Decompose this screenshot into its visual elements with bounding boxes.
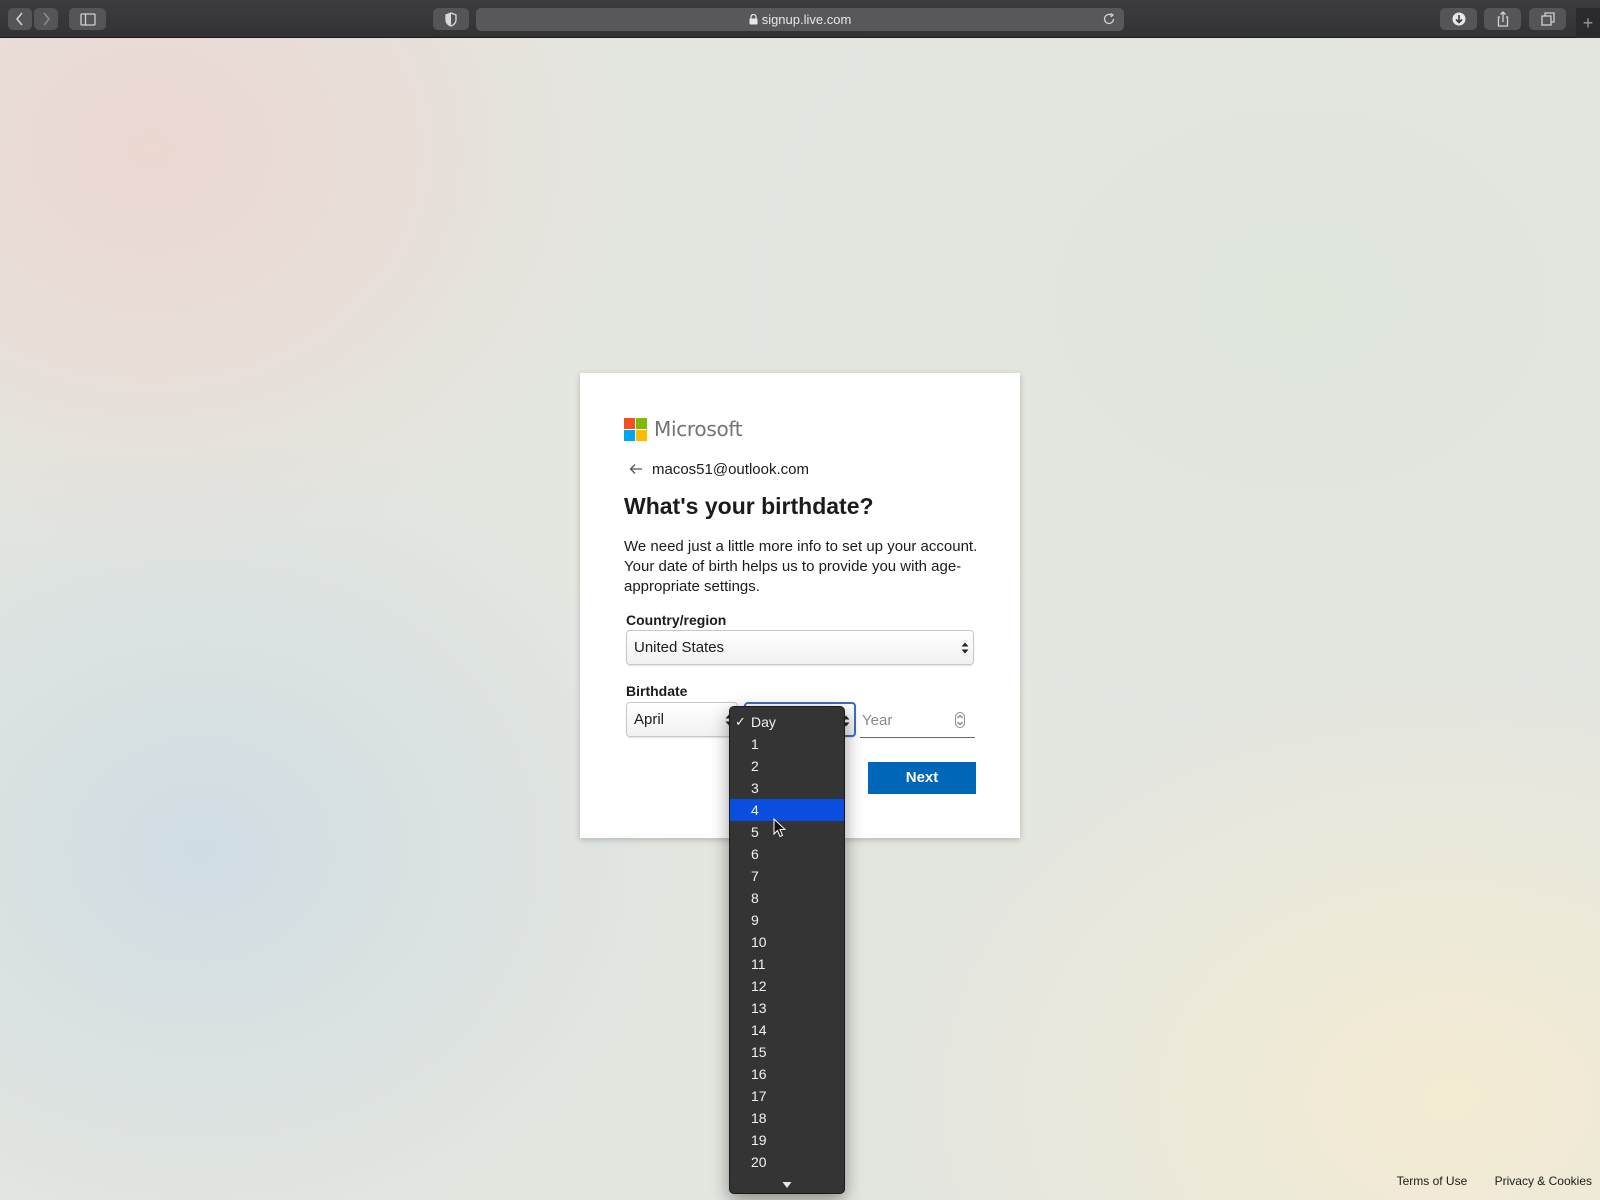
country-label: Country/region [626,612,727,628]
privacy-link[interactable]: Privacy & Cookies [1495,1174,1592,1188]
day-option-label: 12 [751,978,767,994]
day-option[interactable]: 8 [730,887,844,909]
identity-banner[interactable]: macos51@outlook.com [628,459,809,479]
day-option[interactable]: 9 [730,909,844,931]
country-value: United States [634,639,725,656]
month-select[interactable]: April [626,702,738,737]
new-tab-button[interactable]: + [1576,8,1600,38]
url-display: signup.live.com [476,8,1124,31]
day-option[interactable]: 3 [730,777,844,799]
forward-button[interactable] [34,8,58,30]
day-option[interactable]: 5 [730,821,844,843]
day-option[interactable]: 20 [730,1151,844,1173]
day-option-label: 14 [751,1022,767,1038]
day-option-label: 17 [751,1088,767,1104]
page-title: What's your birthdate? [624,493,874,519]
day-option-label: 18 [751,1110,767,1126]
month-value: April [634,711,665,728]
terms-link[interactable]: Terms of Use [1397,1174,1468,1188]
day-option-label: 3 [751,780,759,796]
browser-toolbar: signup.live.com + [0,0,1600,38]
stepper-icon[interactable] [955,712,965,728]
day-option-label: 15 [751,1044,767,1060]
day-option-label: 10 [751,934,767,950]
next-button[interactable]: Next [868,762,976,794]
url-text: signup.live.com [761,12,852,27]
day-option-label: 7 [751,868,759,884]
birthdate-label: Birthdate [626,683,688,699]
day-option[interactable]: 13 [730,997,844,1019]
microsoft-logo: Microsoft [624,417,743,441]
day-option-label: 9 [751,912,759,928]
share-icon [1497,11,1508,27]
logo-wordmark: Microsoft [654,417,743,441]
checkmark-icon: ✓ [735,714,746,729]
day-option[interactable]: 11 [730,953,844,975]
day-option[interactable]: 19 [730,1129,844,1151]
microsoft-logo-icon [624,417,647,441]
day-option[interactable]: 16 [730,1063,844,1085]
day-option-label: Day [751,714,776,730]
chevron-right-icon [43,12,51,26]
triangle-down-icon [782,1182,792,1188]
year-placeholder: Year [862,712,893,729]
day-option-label: 6 [751,846,759,862]
day-option[interactable]: 12 [730,975,844,997]
day-option-label: 11 [751,956,766,972]
day-option-label: 2 [751,758,759,774]
page-description: We need just a little more info to set u… [624,538,978,595]
day-option-highlighted[interactable]: 4 [730,799,844,821]
download-icon [1452,12,1465,26]
day-option[interactable]: 18 [730,1107,844,1129]
tab-overview-button[interactable] [1529,8,1566,30]
day-option-label: 4 [751,802,759,818]
scroll-down-arrow[interactable] [730,1177,844,1191]
share-button[interactable] [1484,8,1521,30]
day-option-label: 1 [751,736,759,752]
day-option[interactable]: 17 [730,1085,844,1107]
back-arrow-icon[interactable] [628,461,644,477]
day-option-label: 8 [751,890,759,906]
shield-icon [445,12,457,27]
select-arrows-icon [961,642,969,654]
day-option[interactable]: 2 [730,755,844,777]
mouse-cursor-icon [773,818,787,838]
sidebar-icon [79,13,96,26]
day-option-label: 20 [751,1154,767,1170]
sidebar-button[interactable] [69,8,106,30]
reload-icon[interactable] [1102,12,1116,26]
back-button[interactable] [8,8,32,30]
page-footer: Terms of Use Privacy & Cookies [1373,1174,1592,1188]
day-option[interactable]: 7 [730,865,844,887]
day-option-label: 19 [751,1132,767,1148]
day-dropdown-menu[interactable]: ✓ Day 1 2 3 4 5 6 7 8 9 10 11 12 13 14 15… [729,706,845,1194]
day-option[interactable]: 6 [730,843,844,865]
tabs-icon [1540,12,1555,26]
day-option-label: 16 [751,1066,767,1082]
day-option[interactable]: 10 [730,931,844,953]
day-option[interactable]: ✓ Day [730,711,844,733]
address-bar[interactable]: signup.live.com [476,8,1124,31]
chevron-left-icon [15,12,23,26]
day-option-label: 13 [751,1000,767,1016]
day-option-label: 5 [751,824,759,840]
day-option[interactable]: 1 [730,733,844,755]
privacy-shield-button[interactable] [433,8,469,30]
day-option[interactable]: 14 [730,1019,844,1041]
country-select[interactable]: United States [626,630,974,665]
day-option[interactable]: 15 [730,1041,844,1063]
downloads-button[interactable] [1440,8,1477,30]
identity-email: macos51@outlook.com [652,460,809,478]
lock-icon [749,14,758,25]
year-input[interactable]: Year [860,703,975,738]
